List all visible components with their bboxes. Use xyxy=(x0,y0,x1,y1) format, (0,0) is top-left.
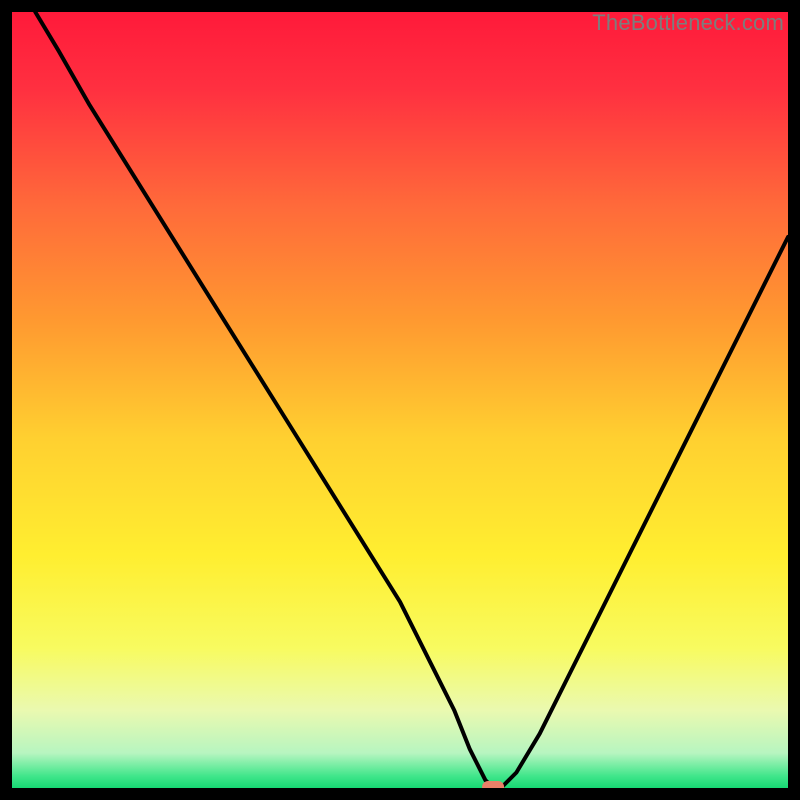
watermark-label: TheBottleneck.com xyxy=(592,10,784,36)
chart-svg xyxy=(12,12,788,788)
optimal-marker xyxy=(482,781,504,788)
gradient-background xyxy=(12,12,788,788)
chart-frame: TheBottleneck.com xyxy=(12,12,788,788)
